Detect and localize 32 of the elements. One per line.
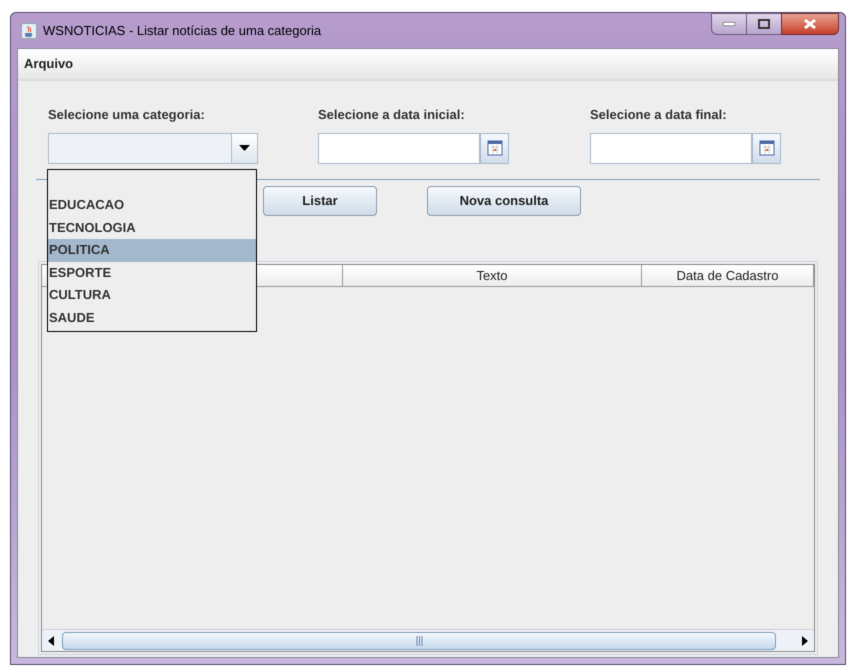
menu-item[interactable]: Arquivo bbox=[22, 54, 76, 74]
maximize-icon bbox=[758, 19, 770, 29]
new-query-button[interactable]: Nova consulta bbox=[427, 186, 581, 216]
list-button[interactable]: Listar bbox=[263, 186, 377, 216]
dropdown-item[interactable]: TECNOLOGIA bbox=[48, 216, 256, 240]
column-header[interactable]: Data de Cadastro bbox=[642, 264, 814, 286]
minimize-button[interactable] bbox=[711, 13, 747, 35]
field-label: Selecione a data inicial: bbox=[318, 106, 465, 124]
date-field[interactable] bbox=[318, 132, 480, 164]
close-button[interactable] bbox=[781, 13, 839, 35]
close-icon bbox=[804, 19, 816, 29]
field-label: Selecione a data final: bbox=[590, 106, 727, 124]
column-header[interactable]: Texto bbox=[343, 264, 642, 286]
dropdown-item[interactable]: EDUCACAO bbox=[48, 194, 256, 217]
dropdown-item[interactable]: CULTURA bbox=[48, 284, 256, 307]
date-field[interactable] bbox=[590, 132, 752, 164]
calendar-button[interactable] bbox=[480, 132, 509, 164]
scroll-thumb[interactable] bbox=[62, 632, 776, 650]
window-title: WSNOTICIAS - Listar notícias de uma categoria bbox=[43, 22, 322, 40]
dropdown-item[interactable]: ESPORTE bbox=[48, 262, 256, 284]
grip-icon bbox=[416, 636, 422, 646]
dropdown-item[interactable]: SAUDE bbox=[48, 306, 256, 330]
dropdown-item[interactable]: POLITICA bbox=[48, 239, 256, 262]
calendar-icon bbox=[486, 140, 502, 156]
horizontal-scrollbar[interactable] bbox=[42, 629, 814, 651]
field-label: Selecione uma categoria: bbox=[48, 106, 205, 124]
calendar-button[interactable] bbox=[752, 132, 781, 164]
maximize-button[interactable] bbox=[747, 13, 781, 35]
calendar-icon bbox=[758, 140, 774, 156]
java-cup-icon bbox=[21, 22, 37, 38]
caret-icon bbox=[239, 145, 250, 151]
minimize-icon bbox=[723, 22, 735, 26]
